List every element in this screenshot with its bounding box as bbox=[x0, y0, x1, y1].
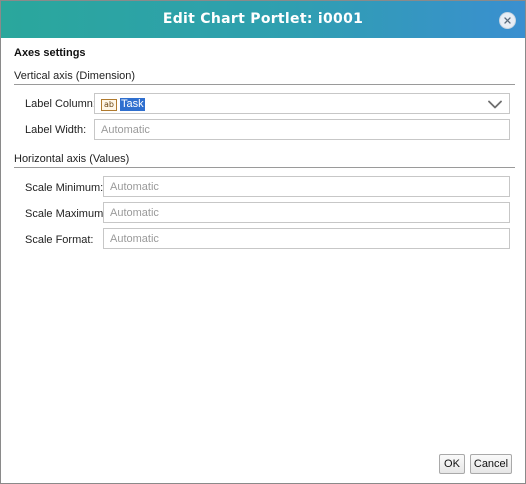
scale-maximum-input[interactable]: Automatic bbox=[103, 202, 510, 223]
text-column-icon: ab bbox=[101, 99, 117, 111]
chevron-down-icon[interactable] bbox=[488, 100, 502, 109]
axes-settings-title: Axes settings bbox=[14, 47, 86, 59]
scale-format-label: Scale Format: bbox=[25, 234, 94, 246]
label-width-label: Label Width: bbox=[25, 124, 87, 136]
scale-minimum-placeholder: Automatic bbox=[110, 181, 159, 193]
scale-minimum-label: Scale Minimum: bbox=[25, 182, 104, 194]
label-width-input[interactable]: Automatic bbox=[94, 119, 510, 140]
label-column-select[interactable]: ab Task bbox=[94, 93, 510, 114]
vertical-axis-header: Vertical axis (Dimension) bbox=[14, 70, 515, 85]
label-column-label: Label Column: bbox=[25, 98, 96, 110]
scale-maximum-label: Scale Maximum: bbox=[25, 208, 107, 220]
edit-chart-portlet-dialog: Edit Chart Portlet: i0001 Axes settings … bbox=[0, 0, 526, 484]
ok-button[interactable]: OK bbox=[439, 454, 465, 474]
horizontal-axis-header: Horizontal axis (Values) bbox=[14, 153, 515, 168]
scale-minimum-input[interactable]: Automatic bbox=[103, 176, 510, 197]
scale-format-input[interactable]: Automatic bbox=[103, 228, 510, 249]
dialog-title: Edit Chart Portlet: i0001 bbox=[162, 11, 364, 27]
scale-maximum-placeholder: Automatic bbox=[110, 207, 159, 219]
scale-format-placeholder: Automatic bbox=[110, 233, 159, 245]
label-column-value: Task bbox=[120, 98, 145, 111]
dialog-titlebar[interactable]: Edit Chart Portlet: i0001 bbox=[1, 1, 525, 38]
close-button[interactable] bbox=[499, 12, 516, 29]
label-width-placeholder: Automatic bbox=[101, 124, 150, 136]
close-icon bbox=[504, 17, 511, 24]
cancel-button[interactable]: Cancel bbox=[470, 454, 512, 474]
